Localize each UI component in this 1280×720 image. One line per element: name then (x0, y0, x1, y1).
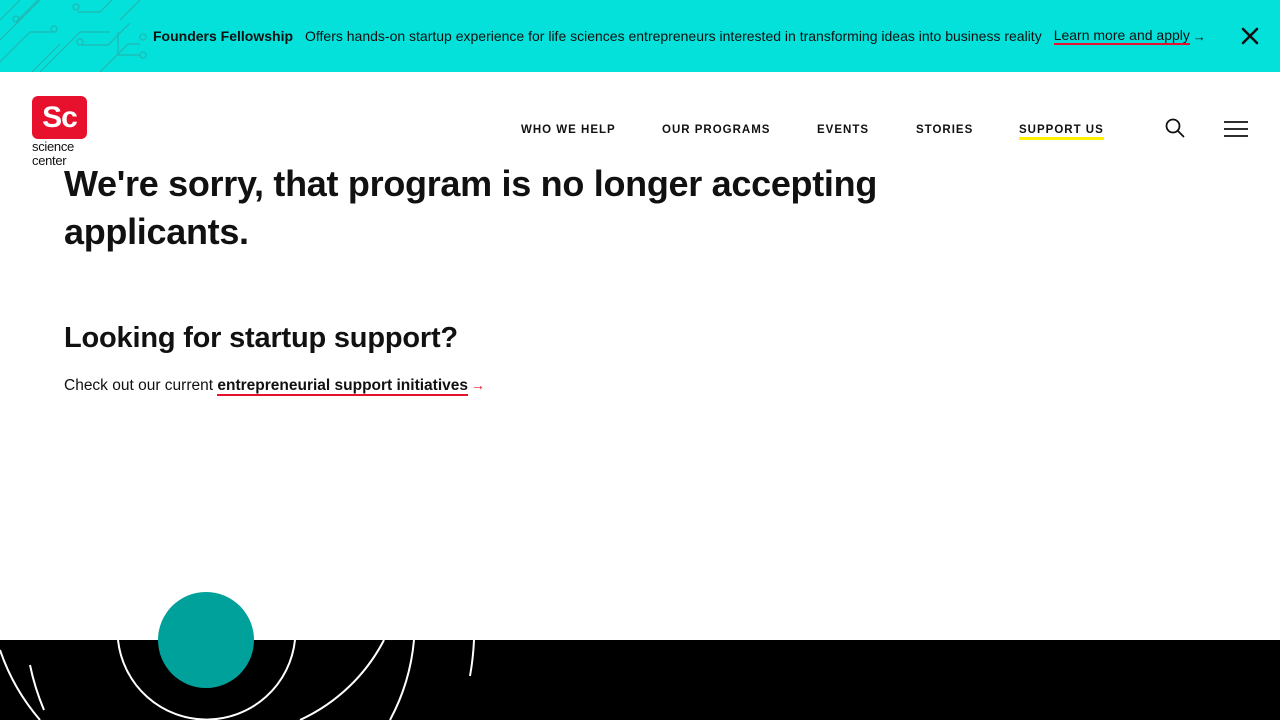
entrepreneurial-support-link[interactable]: entrepreneurial support initiatives (217, 377, 469, 396)
headline-text: We're sorry, that program is no longer a… (64, 163, 878, 252)
nav-item-stories[interactable]: STORIES (916, 124, 973, 136)
hamburger-menu-icon[interactable] (1224, 120, 1248, 138)
page-headline: We're sorry, that program is no longer a… (64, 160, 964, 256)
teal-circle-decoration (158, 592, 254, 688)
banner-learn-more-link[interactable]: Learn more and apply (1053, 27, 1190, 45)
body-paragraph: Check out our current entrepreneurial su… (64, 377, 486, 396)
main-navigation: WHO WE HELP OUR PROGRAMS EVENTS STORIES … (0, 124, 1280, 144)
nav-item-our-programs[interactable]: OUR PROGRAMS (662, 124, 770, 136)
announcement-banner: Founders Fellowship Offers hands-on star… (0, 0, 1280, 72)
banner-description: Offers hands-on startup experience for l… (305, 28, 1042, 44)
footer-ripple-decoration (0, 592, 475, 720)
banner-link-label: Learn more and apply (1053, 27, 1190, 43)
section-subheading: Looking for startup support? (64, 322, 458, 354)
close-icon[interactable] (1238, 24, 1262, 48)
nav-item-support-us[interactable]: SUPPORT US (1019, 124, 1104, 140)
nav-item-who-we-help[interactable]: WHO WE HELP (521, 124, 616, 136)
arrow-right-icon: → (1192, 28, 1206, 44)
body-prefix-text: Check out our current (64, 377, 214, 394)
arrow-right-icon: → (471, 377, 486, 393)
nav-item-events[interactable]: EVENTS (817, 124, 869, 136)
circuit-pattern-decoration (0, 0, 147, 72)
search-icon[interactable] (1164, 117, 1186, 139)
banner-title: Founders Fellowship (153, 28, 294, 44)
